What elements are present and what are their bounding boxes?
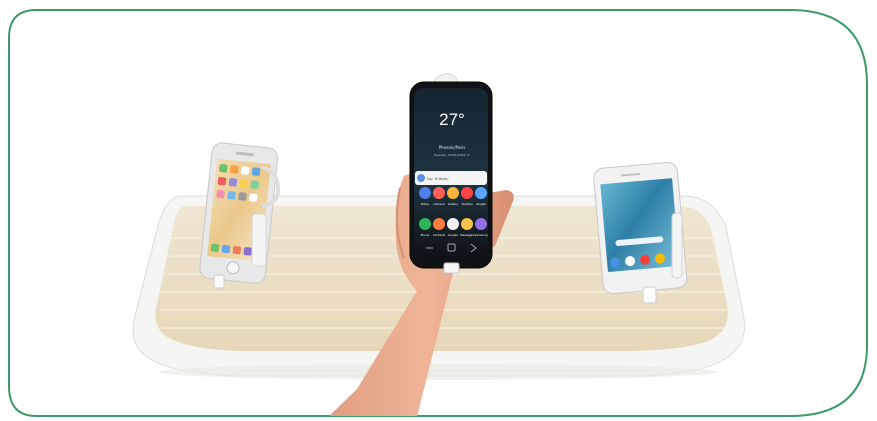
app-label-row1-4: YouTube (461, 202, 473, 206)
phone-date: Tuesday, 22/01/2019 17 (433, 153, 470, 157)
phone-location: Phoenix/Paris (439, 145, 466, 150)
app-label-row1-5: Google (476, 202, 486, 206)
app-label-row2-4: Messages (460, 233, 474, 237)
app-label-row1-1: Bixby (421, 202, 429, 206)
phone-search-placeholder: Say 'Hi Bixby' (427, 177, 449, 181)
iphone-device (199, 142, 279, 284)
phone-temperature: 27° (439, 110, 465, 129)
app-label-row2-5: Samsung (475, 233, 488, 237)
app-label-row2-1: Phone (421, 233, 430, 237)
product-scene: 27° Phoenix/Paris Tuesday, 22/01/2019 17… (8, 9, 868, 417)
center-phone-device (409, 73, 493, 274)
app-label-row2-2: Contacts (433, 233, 446, 237)
app-label-row2-3: Google (448, 233, 458, 237)
app-label-row1-2: Camera (434, 202, 445, 206)
app-label-row1-3: Gallery (448, 202, 458, 206)
